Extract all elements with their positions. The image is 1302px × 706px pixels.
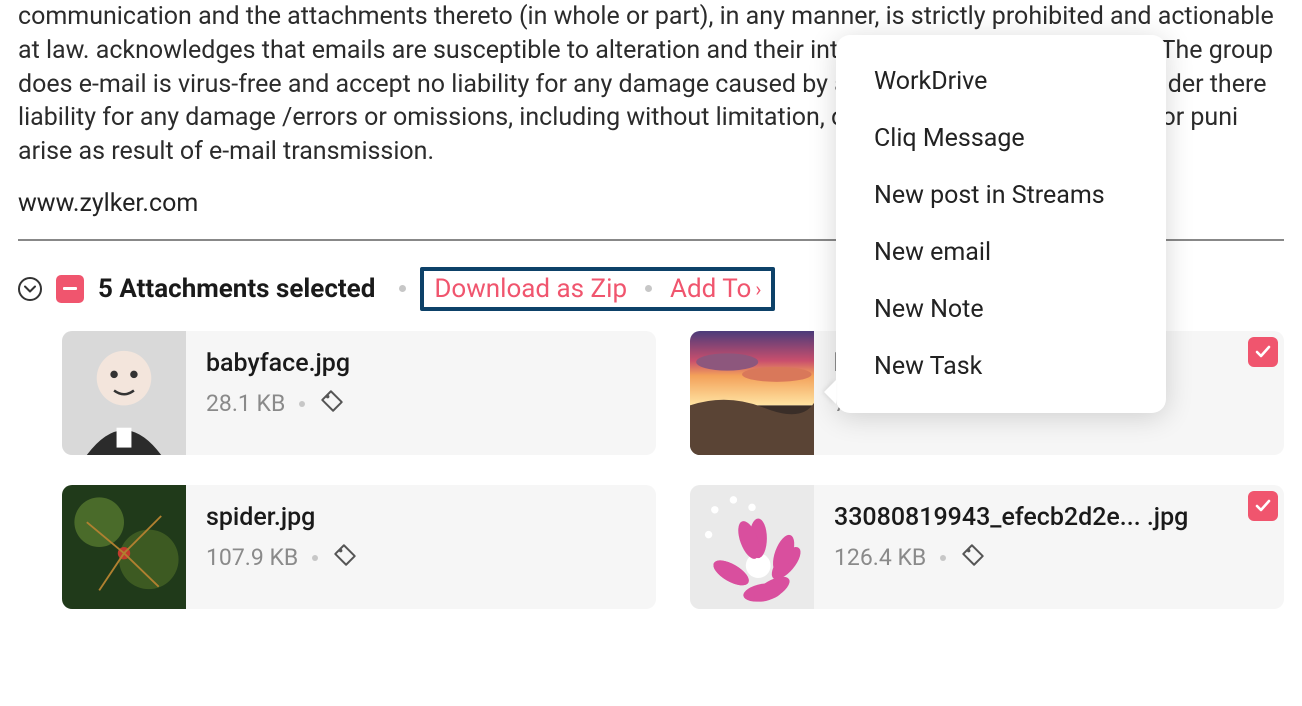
chevron-right-icon: › xyxy=(755,277,761,301)
attachment-thumbnail xyxy=(62,331,186,455)
tag-icon[interactable] xyxy=(332,542,358,574)
separator-dot xyxy=(312,555,318,561)
add-to-dropdown: WorkDrive Cliq Message New post in Strea… xyxy=(836,35,1166,413)
signature-link[interactable]: www.zylker.com xyxy=(18,189,198,218)
separator-dot xyxy=(940,555,946,561)
separator-dot xyxy=(399,285,406,292)
separator-dot xyxy=(645,285,652,292)
selected-check-icon[interactable] xyxy=(1248,337,1278,367)
attachment-name: babyface.jpg xyxy=(206,349,350,378)
chevron-down-icon[interactable] xyxy=(18,277,42,301)
dropdown-item-workdrive[interactable]: WorkDrive xyxy=(836,53,1166,110)
dropdown-item-new-task[interactable]: New Task xyxy=(836,338,1166,395)
dropdown-item-streams[interactable]: New post in Streams xyxy=(836,167,1166,224)
tag-icon[interactable] xyxy=(960,542,986,574)
attachment-name: 33080819943_efecb2d2e... .jpg xyxy=(834,503,1188,532)
attachment-info: babyface.jpg 28.1 KB xyxy=(186,331,370,455)
dropdown-item-new-note[interactable]: New Note xyxy=(836,281,1166,338)
attachment-size: 107.9 KB xyxy=(206,544,298,571)
attachment-size: 126.4 KB xyxy=(834,544,926,571)
action-group-highlight: Download as Zip Add To › xyxy=(420,267,775,311)
tag-icon[interactable] xyxy=(319,388,345,420)
attachment-thumbnail xyxy=(690,331,814,455)
dropdown-item-cliq[interactable]: Cliq Message xyxy=(836,110,1166,167)
attachment-size: 28.1 KB xyxy=(206,390,285,417)
attachment-card[interactable]: spider.jpg 107.9 KB xyxy=(62,485,656,609)
attachments-count-label: 5 Attachments selected xyxy=(98,274,375,304)
attachment-name: spider.jpg xyxy=(206,503,358,532)
separator-dot xyxy=(299,401,305,407)
dropdown-item-new-email[interactable]: New email xyxy=(836,224,1166,281)
minus-icon xyxy=(63,287,77,290)
attachment-info: spider.jpg 107.9 KB xyxy=(186,485,378,609)
select-some-checkbox[interactable] xyxy=(56,275,84,303)
attachment-thumbnail xyxy=(62,485,186,609)
download-zip-button[interactable]: Download as Zip xyxy=(434,274,627,304)
add-to-button[interactable]: Add To › xyxy=(670,274,761,304)
attachment-info: 33080819943_efecb2d2e... .jpg 126.4 KB xyxy=(814,485,1208,609)
selected-check-icon[interactable] xyxy=(1248,491,1278,521)
add-to-label: Add To xyxy=(670,274,751,304)
attachment-thumbnail xyxy=(690,485,814,609)
attachment-card[interactable]: 33080819943_efecb2d2e... .jpg 126.4 KB xyxy=(690,485,1284,609)
attachment-card[interactable]: babyface.jpg 28.1 KB xyxy=(62,331,656,455)
